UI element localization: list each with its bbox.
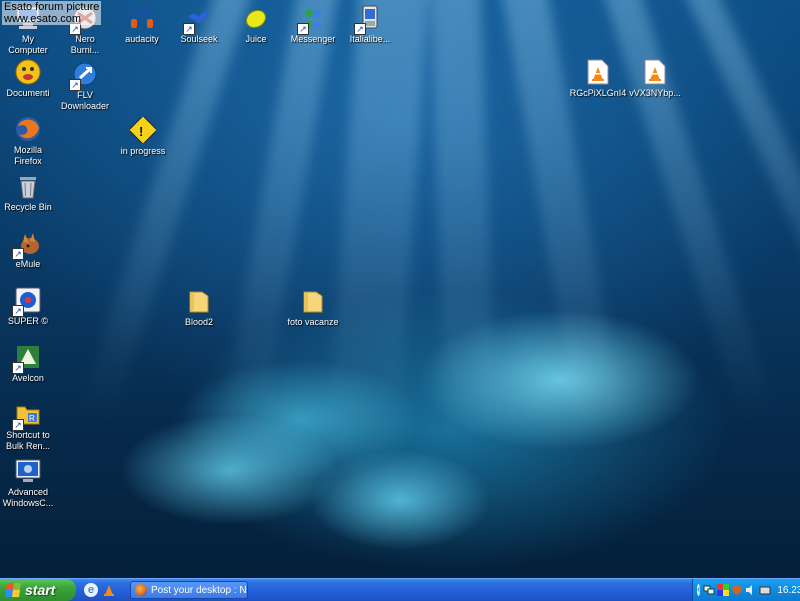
super-icon [12, 286, 42, 317]
icon-label: Recycle Bin [4, 202, 52, 212]
watermark-line-2: www.esato.com [4, 13, 82, 25]
desktop-icon-firefox[interactable]: Mozilla Firefox [0, 115, 63, 167]
windowscare-icon [14, 457, 42, 485]
icon-label: Advanced WindowsC... [2, 487, 54, 508]
messenger-people-icon [297, 4, 327, 35]
icon-label: Avelcon [12, 373, 44, 383]
desktop-background[interactable]: Esato forum picture www.esato.com My Com… [0, 0, 800, 578]
light-ray [430, 0, 497, 441]
svg-text:!: ! [139, 124, 143, 139]
bulk-rename-icon: R [12, 400, 42, 431]
icon-label: eMule [15, 259, 41, 269]
icon-label: Italialibe... [349, 34, 391, 44]
icon-label: Blood2 [184, 317, 214, 327]
color-display-icon[interactable] [717, 584, 730, 596]
desktop-icon-bulk-rename[interactable]: R Shortcut to Bulk Ren... [0, 400, 63, 452]
svg-text:R: R [29, 414, 35, 423]
desktop-icon-in-progress[interactable]: ! in progress [108, 116, 178, 157]
firefox-icon [14, 115, 42, 143]
icon-label: Shortcut to Bulk Ren... [5, 430, 51, 451]
firefox-icon [135, 584, 147, 596]
watermark: Esato forum picture www.esato.com [2, 1, 102, 25]
light-ray [220, 0, 340, 437]
trash-icon [14, 172, 42, 200]
vlc-file-icon [641, 58, 669, 86]
clock[interactable]: 16.23 [777, 585, 800, 596]
desktop-icon-recycle-bin[interactable]: Recycle Bin [0, 172, 63, 213]
headphones-icon [128, 4, 156, 32]
emule-icon [12, 229, 42, 260]
warning-sign-icon: ! [129, 116, 157, 144]
desktop-icon-italialibera[interactable]: Italialibe... [335, 4, 405, 45]
flv-icon [69, 60, 99, 91]
desktop-icon-emule[interactable]: eMule [0, 229, 63, 270]
desktop-icon-blood2[interactable]: Blood2 [164, 287, 234, 328]
icon-label: Mozilla Firefox [13, 145, 42, 166]
start-button[interactable]: start [0, 579, 76, 601]
desktop-icon-advanced-windowscare[interactable]: Advanced WindowsC... [0, 457, 63, 509]
avelcon-icon [12, 343, 42, 374]
lemon-icon [242, 4, 270, 32]
italialibera-icon [354, 4, 384, 35]
desktop-icon-flv-downloader[interactable]: FLV Downloader [50, 60, 120, 112]
bird-icon [183, 4, 213, 35]
speaker-icon[interactable] [745, 584, 757, 596]
network-icon[interactable] [703, 584, 715, 596]
vlc-icon[interactable] [102, 583, 116, 597]
desktop-icon-super[interactable]: SUPER © [0, 286, 63, 327]
tray-expand-chevron-icon[interactable]: ‹ [697, 584, 701, 596]
shield-icon[interactable] [731, 584, 743, 596]
taskbar-button-firefox[interactable]: Post your desktop : N... [130, 581, 248, 599]
desktop-icon-vvx3nybp[interactable]: vVX3NYbp... [620, 58, 690, 99]
taskbar-button-label: Post your desktop : N... [151, 584, 248, 596]
icon-label: vVX3NYbp... [629, 88, 681, 98]
folder-icon [299, 287, 327, 315]
system-tray: ‹ 16.23 [692, 579, 800, 601]
windows-logo-icon [5, 583, 21, 597]
watermark-line-1: Esato forum picture [4, 1, 100, 13]
keyboard-icon[interactable] [759, 584, 771, 596]
icon-label: SUPER © [7, 316, 49, 326]
icon-label: FLV Downloader [60, 90, 110, 111]
quick-launch: e [84, 583, 116, 597]
light-ray [327, 0, 430, 442]
taskbar: start e Post your desktop : N... ‹ 16.23 [0, 578, 800, 601]
smiley-face-icon [14, 58, 42, 86]
start-label: start [25, 582, 56, 598]
desktop-icon-avelcon[interactable]: Avelcon [0, 343, 63, 384]
icon-label: foto vacanze [287, 317, 339, 327]
vlc-file-icon [584, 58, 612, 86]
folder-icon [185, 287, 213, 315]
ie-icon[interactable]: e [84, 583, 98, 597]
icon-label: in progress [120, 146, 166, 156]
desktop-icon-foto-vacanze[interactable]: foto vacanze [278, 287, 348, 328]
